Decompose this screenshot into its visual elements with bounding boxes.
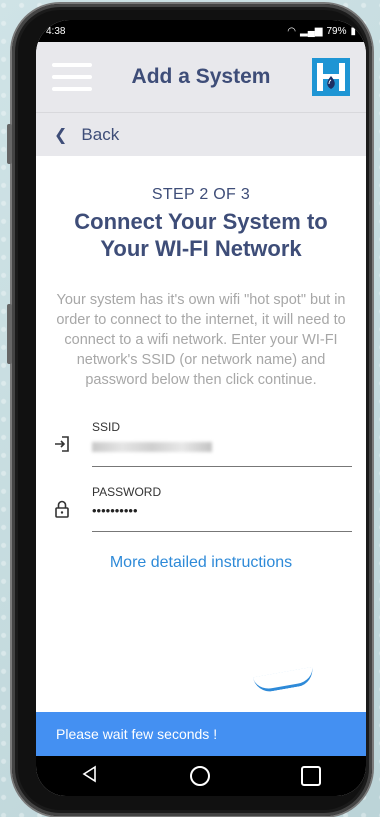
brand-logo xyxy=(312,58,350,96)
nav-home-icon[interactable] xyxy=(189,766,210,786)
android-nav-bar xyxy=(36,756,366,796)
main-content: STEP 2 OF 3 Connect Your System to Your … xyxy=(36,186,366,390)
step-title: Connect Your System to Your WI-FI Networ… xyxy=(50,208,352,262)
password-value: •••••••••• xyxy=(92,503,138,518)
nav-recent-apps-icon[interactable] xyxy=(300,766,321,786)
battery-label: 79% xyxy=(326,25,347,37)
chevron-left-icon: ❮ xyxy=(54,126,68,144)
status-icons: ◠ ▂▄▆ 79% ▮ xyxy=(287,26,356,37)
toast-message: Please wait few seconds ! xyxy=(36,712,366,756)
password-field[interactable]: PASSWORD •••••••••• xyxy=(55,485,352,532)
loading-spinner xyxy=(252,666,316,695)
login-icon xyxy=(52,434,72,454)
title-line-1: Connect Your System to xyxy=(74,209,328,234)
password-label: PASSWORD xyxy=(92,485,162,499)
ssid-label: SSID xyxy=(92,420,121,434)
app-header: Add a System xyxy=(36,42,366,112)
back-label: Back xyxy=(81,124,120,144)
step-indicator: STEP 2 OF 3 xyxy=(151,186,251,203)
status-time: 4:38 xyxy=(46,25,66,37)
app-screen: 4:38 ◠ ▂▄▆ 79% ▮ Add a System ❮ Back STE… xyxy=(36,20,366,796)
power-button xyxy=(7,304,12,364)
signal-icon: ▂▄▆ xyxy=(300,25,323,37)
wifi-icon: ◠ xyxy=(287,25,296,37)
lock-icon xyxy=(52,499,72,519)
instructions-text: Your system has it's own wifi "hot spot"… xyxy=(56,292,346,388)
volume-button xyxy=(7,124,12,164)
more-instructions-link[interactable]: More detailed instructions xyxy=(36,554,366,572)
ssid-field[interactable]: SSID xyxy=(55,420,352,467)
ssid-value-blurred xyxy=(92,438,352,456)
status-bar: 4:38 ◠ ▂▄▆ 79% ▮ xyxy=(36,20,366,42)
nav-back-icon[interactable] xyxy=(81,765,99,788)
title-line-2: Your WI-FI Network xyxy=(100,236,302,261)
back-button[interactable]: ❮ Back xyxy=(36,112,366,156)
